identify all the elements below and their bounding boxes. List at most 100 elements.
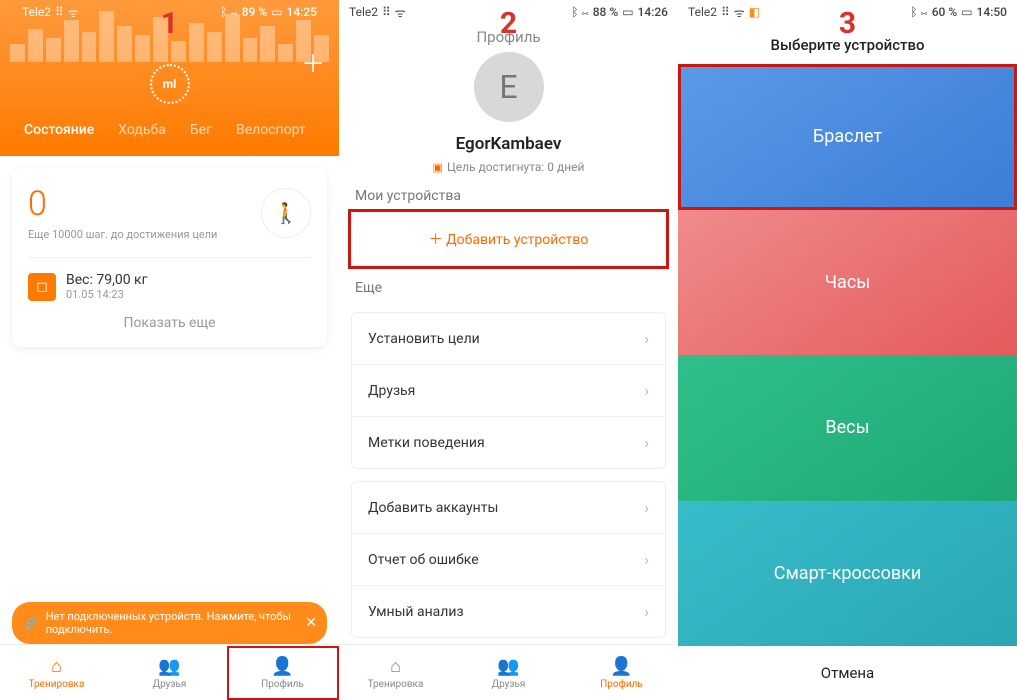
avatar[interactable]: E	[474, 52, 544, 122]
nav-label: Тренировка	[368, 679, 424, 690]
activity-tabs: Состояние Ходьба Бег Велоспорт	[12, 116, 327, 144]
item-label: Метки поведения	[368, 435, 485, 451]
chevron-right-icon: ›	[644, 498, 649, 517]
battery-pct: 88 %	[593, 5, 618, 19]
link-icon: 🔗	[24, 617, 38, 630]
signal-icon: ⠿	[721, 5, 730, 19]
signal-icon: ⠿	[382, 5, 391, 19]
nav-profile[interactable]: 👤 Профиль	[226, 645, 339, 700]
tile-watch[interactable]: Часы	[678, 210, 1017, 356]
friends-icon: 👥	[497, 656, 519, 677]
item-set-goals[interactable]: Установить цели ›	[352, 313, 665, 365]
item-label: Добавить аккаунты	[368, 500, 498, 516]
more-list-2: Добавить аккаунты › Отчет об ошибке › Умны…	[351, 481, 666, 638]
tile-bracelet[interactable]: Браслет	[678, 64, 1017, 210]
item-friends[interactable]: Друзья ›	[352, 365, 665, 417]
clock: 14:50	[977, 5, 1007, 19]
battery-icon: ▭	[622, 5, 633, 19]
item-behavior-tags[interactable]: Метки поведения ›	[352, 417, 665, 468]
item-smart-analysis[interactable]: Умный анализ ›	[352, 586, 665, 637]
tab-walking[interactable]: Ходьба	[106, 116, 178, 144]
item-label: Умный анализ	[368, 604, 464, 620]
close-icon[interactable]: ✕	[305, 615, 317, 631]
profile-icon: 👤	[610, 656, 632, 677]
nav-friends[interactable]: 👥 Друзья	[452, 645, 565, 700]
tile-label: Весы	[825, 417, 869, 438]
device-tiles: Браслет Часы Весы Смарт-кроссовки	[678, 64, 1017, 646]
banner-text: Нет подключенных устройств. Нажмите, что…	[46, 610, 297, 636]
steps-subtext: Еще 10000 шаг. до достижения цели	[28, 228, 217, 241]
add-device-label: ＋ Добавить устройство	[429, 232, 589, 248]
steps-value: 0	[28, 184, 217, 224]
nfc-icon: ᛒ ⋈	[910, 5, 927, 19]
steps-card: 0 Еще 10000 шаг. до достижения цели 🚶 ◻ …	[12, 168, 327, 347]
nav-training[interactable]: ⌂ Тренировка	[0, 645, 113, 700]
battery-icon: ▭	[961, 5, 972, 19]
home-icon: ⌂	[51, 656, 62, 677]
walker-icon: 🚶	[261, 188, 311, 238]
add-device-button[interactable]: ＋ Добавить устройство	[351, 212, 666, 266]
tab-running[interactable]: Бег	[178, 116, 224, 144]
carrier: Tele2	[688, 5, 717, 19]
item-label: Установить цели	[368, 331, 480, 347]
card-icon: ◧	[749, 5, 760, 19]
screen-1: 1 Tele2 ⠿ ᯤ ᛒ ⋈ 89 % ▭ 14:25 ＋ ml Состоя…	[0, 0, 339, 700]
weight-date: 01.05 14:23	[66, 288, 147, 301]
wifi-icon: ᯤ	[395, 4, 406, 21]
tile-label: Часы	[825, 272, 871, 293]
nav-label: Тренировка	[29, 679, 85, 690]
chevron-right-icon: ›	[644, 433, 649, 452]
tab-status[interactable]: Состояние	[12, 116, 106, 144]
profile-icon: 👤	[271, 656, 293, 677]
bottom-nav: ⌂ Тренировка 👥 Друзья 👤 Профиль	[0, 644, 339, 700]
nav-label: Друзья	[153, 679, 187, 690]
cancel-button[interactable]: Отмена	[678, 646, 1017, 700]
tile-label: Смарт-кроссовки	[774, 563, 922, 584]
username: EgorKambaev	[339, 134, 678, 154]
tile-scale[interactable]: Весы	[678, 355, 1017, 501]
bottom-nav: ⌂ Тренировка 👥 Друзья 👤 Профиль	[339, 644, 678, 700]
chevron-right-icon: ›	[644, 329, 649, 348]
nav-friends[interactable]: 👥 Друзья	[113, 645, 226, 700]
item-bug-report[interactable]: Отчет об ошибке ›	[352, 534, 665, 586]
goal-icon: ▣	[433, 161, 443, 174]
show-more-button[interactable]: Показать еще	[28, 315, 311, 331]
item-label: Отчет об ошибке	[368, 552, 479, 568]
screen-3: 3 Tele2 ⠿ ᯤ ◧ ᛒ ⋈ 60 % ▭ 14:50 Выберите …	[678, 0, 1017, 700]
tab-cycling[interactable]: Велоспорт	[224, 116, 318, 144]
connect-banner[interactable]: 🔗 Нет подключенных устройств. Нажмите, ч…	[12, 602, 327, 644]
home-icon: ⌂	[390, 656, 401, 677]
battery-pct: 60 %	[932, 5, 957, 19]
weight-row[interactable]: ◻ Вес: 79,00 кг 01.05 14:23	[28, 257, 311, 301]
carrier: Tele2	[349, 5, 378, 19]
more-label: Еще	[339, 266, 678, 304]
weight-label: Вес: 79,00 кг	[66, 272, 147, 288]
chevron-right-icon: ›	[644, 550, 649, 569]
item-label: Друзья	[368, 383, 415, 399]
item-add-accounts[interactable]: Добавить аккаунты ›	[352, 482, 665, 534]
nav-label: Друзья	[492, 679, 526, 690]
more-list-1: Установить цели › Друзья › Метки поведения…	[351, 312, 666, 469]
nav-training[interactable]: ⌂ Тренировка	[339, 645, 452, 700]
step-number-1: 1	[161, 6, 178, 41]
clock: 14:26	[638, 5, 668, 19]
my-devices-label: Мои устройства	[339, 174, 678, 212]
mi-logo: ml	[150, 64, 190, 104]
chevron-right-icon: ›	[644, 602, 649, 621]
screen-2: 2 Tele2 ⠿ ᯤ ᛒ ⋈ 88 % ▭ 14:26 Профиль E E…	[339, 0, 678, 700]
goal-text: ▣ Цель достигнута: 0 дней	[339, 160, 678, 174]
step-number-3: 3	[839, 6, 856, 41]
nav-label: Профиль	[261, 679, 304, 690]
tile-sneakers[interactable]: Смарт-кроссовки	[678, 501, 1017, 647]
friends-icon: 👥	[158, 656, 180, 677]
add-button[interactable]: ＋	[301, 44, 325, 79]
wifi-icon: ᯤ	[734, 4, 745, 21]
step-number-2: 2	[500, 6, 517, 41]
nav-label: Профиль	[600, 679, 643, 690]
goal-label: Цель достигнута: 0 дней	[447, 160, 585, 174]
tile-label: Браслет	[813, 126, 882, 147]
chevron-right-icon: ›	[644, 381, 649, 400]
nfc-icon: ᛒ ⋈	[571, 5, 588, 19]
scale-icon: ◻	[28, 273, 56, 301]
nav-profile[interactable]: 👤 Профиль	[565, 645, 678, 700]
